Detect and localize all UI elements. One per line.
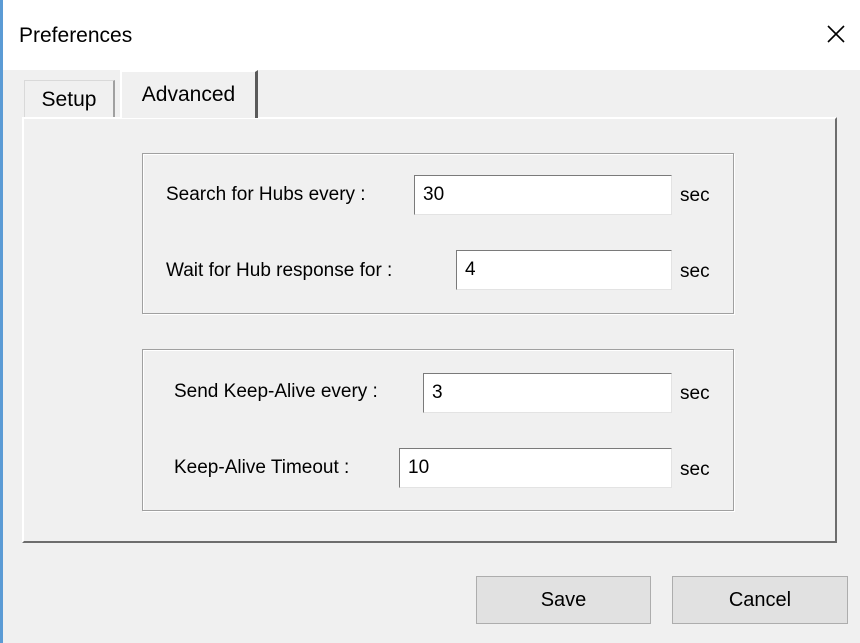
search-interval-input[interactable] — [414, 175, 672, 215]
search-interval-unit: sec — [680, 185, 710, 206]
hub-response-unit: sec — [680, 261, 710, 282]
preferences-dialog: Preferences Setup Advanced Search for Hu… — [0, 0, 860, 643]
keep-alive-interval-unit: sec — [680, 383, 710, 404]
keep-alive-timeout-input[interactable] — [399, 448, 672, 488]
keep-alive-timeout-unit: sec — [680, 459, 710, 480]
save-button[interactable]: Save — [476, 576, 651, 624]
window-border-accent — [0, 0, 3, 643]
keep-alive-timeout-label: Keep-Alive Timeout : — [174, 457, 350, 478]
tab-advanced-label: Advanced — [141, 83, 236, 106]
window-title: Preferences — [19, 24, 133, 47]
keep-alive-interval-input[interactable] — [423, 373, 672, 413]
close-icon — [827, 25, 845, 43]
tab-setup[interactable]: Setup — [24, 80, 115, 118]
title-bar[interactable]: Preferences — [3, 0, 860, 70]
hub-response-label: Wait for Hub response for : — [166, 260, 393, 281]
tab-setup-label: Setup — [41, 87, 97, 111]
tab-advanced[interactable]: Advanced — [120, 70, 258, 118]
cancel-button[interactable]: Cancel — [672, 576, 848, 624]
close-button[interactable] — [818, 16, 854, 52]
search-interval-label: Search for Hubs every : — [166, 184, 366, 205]
hub-response-input[interactable] — [456, 250, 672, 290]
keep-alive-interval-label: Send Keep-Alive every : — [174, 381, 378, 402]
